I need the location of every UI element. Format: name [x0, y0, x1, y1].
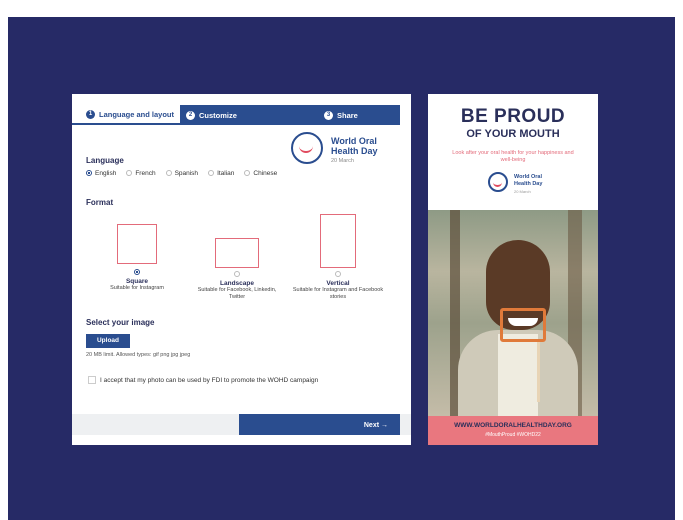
poster-tagline: Look after your oral health for your hap… [452, 150, 574, 163]
format-option-vertical[interactable]: Vertical Suitable for Instagram and Face… [288, 214, 388, 302]
radio-icon [165, 170, 172, 177]
option-label: English [95, 170, 117, 177]
format-desc: Suitable for Instagram [110, 284, 164, 291]
tab-label: Share [337, 110, 358, 120]
tab-label: Customize [199, 110, 237, 120]
consent-label: I accept that my photo can be used by FD… [100, 376, 319, 384]
tab-share[interactable]: 3 Share [290, 105, 400, 125]
step-number: 1 [86, 109, 95, 119]
language-options: English French Spanish Italian Chinese [86, 170, 277, 177]
mouth-frame-prop [500, 308, 546, 342]
option-label: French [135, 170, 156, 177]
step-tabs: 1 Language and layout 2 Customize 3 Shar… [72, 105, 400, 125]
radio-icon [234, 271, 240, 277]
poster-url: WWW.WORLDORALHEALTHDAY.ORG [454, 422, 572, 429]
person-shirt [498, 334, 538, 416]
checkbox-icon[interactable] [88, 376, 96, 384]
format-title: Landscape [220, 279, 254, 287]
poster-logo-line-1: World Oral [514, 174, 543, 180]
tab-label: Language and layout [99, 109, 175, 119]
poster-preview: BE PROUD OF YOUR MOUTH Look after your o… [428, 94, 598, 445]
step-number: 2 [186, 110, 195, 120]
language-option-english[interactable]: English [86, 170, 116, 177]
option-label: Italian [217, 170, 235, 177]
format-desc: Suitable for Facebook, Linkedin, Twitter [197, 286, 277, 301]
radio-selected-icon [86, 170, 92, 177]
tab-customize[interactable]: 2 Customize [180, 105, 290, 125]
poster-logo-text: World Oral Health Day [514, 174, 542, 187]
language-heading: Language [86, 156, 124, 165]
poster-logo-date: 20 March [514, 189, 531, 194]
language-option-chinese[interactable]: Chinese [244, 170, 277, 177]
form-card: 1 Language and layout 2 Customize 3 Shar… [72, 94, 411, 445]
format-heading: Format [86, 198, 114, 207]
poster-photo [428, 210, 598, 420]
logo-text: World Oral Health Day [331, 136, 378, 156]
logo-date: 20 March [331, 158, 354, 164]
poster-footer: WWW.WORLDORALHEALTHDAY.ORG #MouthProud #… [428, 416, 598, 445]
square-preview-icon [117, 224, 157, 264]
upload-limit-text: 20 MB limit. Allowed types: gif png jpg … [86, 352, 191, 358]
landscape-preview-icon [215, 238, 259, 268]
format-title: Square [125, 277, 149, 285]
option-label: Spanish [174, 170, 199, 177]
option-label: Chinese [253, 170, 278, 177]
format-desc: Suitable for Instagram and Facebook stor… [292, 286, 384, 301]
logo-line-2: Health Day [331, 146, 378, 156]
logo-line-1: World Oral [331, 136, 377, 146]
step-number: 3 [324, 110, 333, 120]
radio-icon [335, 271, 341, 277]
prop-stick [537, 342, 540, 402]
next-button[interactable]: Next → [239, 414, 400, 435]
language-option-italian[interactable]: Italian [208, 170, 234, 177]
poster-title-line-2: OF YOUR MOUTH [466, 128, 560, 140]
radio-icon [244, 170, 251, 177]
poster-hashtags: #MouthProud #WOHD22 [485, 432, 541, 438]
select-image-heading: Select your image [86, 318, 155, 327]
language-option-french[interactable]: French [126, 170, 156, 177]
radio-selected-icon [134, 269, 140, 275]
upload-button[interactable]: Upload [86, 334, 130, 348]
format-option-square[interactable]: Square Suitable for Instagram [94, 224, 180, 292]
poster-title-line-1: BE PROUD [460, 106, 566, 127]
format-option-landscape[interactable]: Landscape Suitable for Facebook, Linkedi… [192, 238, 282, 302]
consent-checkbox-row[interactable]: I accept that my photo can be used by FD… [88, 376, 318, 384]
tab-language-layout[interactable]: 1 Language and layout [72, 105, 180, 125]
poster-logo-line-2: Health Day [514, 180, 543, 187]
poster-logo: World Oral Health Day 20 March [488, 172, 568, 198]
vertical-preview-icon [320, 214, 356, 268]
language-option-spanish[interactable]: Spanish [165, 170, 199, 177]
wohd-logo: World Oral Health Day 20 March [291, 132, 401, 172]
radio-icon [126, 170, 133, 177]
format-title: Vertical [326, 279, 350, 287]
radio-icon [208, 170, 215, 177]
